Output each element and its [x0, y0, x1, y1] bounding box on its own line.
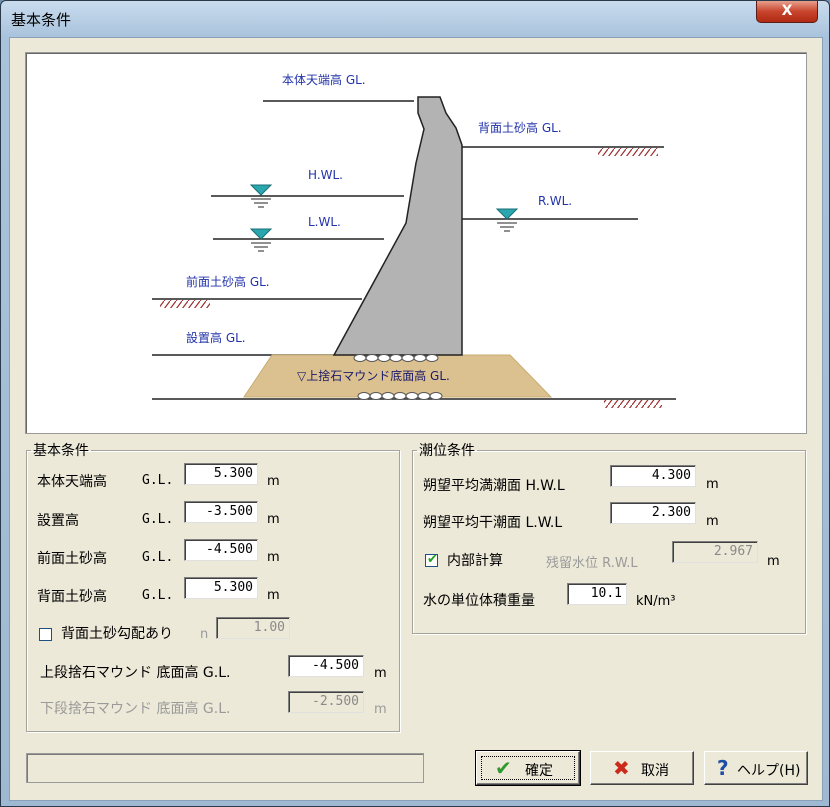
- tide-conditions-legend: 潮位条件: [419, 443, 475, 459]
- slope-input[interactable]: 1.00: [216, 617, 290, 639]
- caisson-diagram: 本体天端高 GL. 背面土砂高 GL. H.WL. L.WL. R.WL. 前面…: [152, 72, 676, 408]
- close-button[interactable]: X: [756, 1, 818, 23]
- install-unit: m: [267, 512, 280, 527]
- back-soil-field-label: 背面土砂高: [37, 589, 107, 605]
- lower-mound-input[interactable]: -2.500: [288, 691, 364, 713]
- install-gl: G.L.: [142, 512, 174, 527]
- front-soil-gl: G.L.: [142, 550, 174, 565]
- crest-input[interactable]: 5.300: [184, 463, 258, 485]
- status-bar: [26, 753, 424, 783]
- upper-mound-input[interactable]: -4.500: [288, 655, 364, 677]
- water-weight-label: 水の単位体積重量: [423, 593, 535, 609]
- rwl-input[interactable]: 2.967: [672, 541, 758, 563]
- front-soil-input[interactable]: -4.500: [184, 539, 258, 561]
- lower-mound-unit: m: [374, 702, 387, 717]
- upper-mound-label: 上段捨石マウンド 底面高 G.L.: [40, 665, 231, 681]
- back-soil-input[interactable]: 5.300: [184, 577, 258, 599]
- lwl-input[interactable]: 2.300: [610, 502, 696, 524]
- help-label: ヘルプ(H): [737, 763, 801, 779]
- hwl-input[interactable]: 4.300: [610, 465, 696, 487]
- cross-icon: ✖: [613, 756, 630, 780]
- crest-gl: G.L.: [142, 473, 174, 488]
- close-icon: X: [781, 3, 793, 19]
- help-button[interactable]: ? ヘルプ(H): [704, 751, 808, 785]
- hwl-field-label: 朔望平均満潮面 H.W.L: [423, 478, 565, 494]
- back-soil-unit: m: [267, 588, 280, 603]
- crest-field-label: 本体天端高: [37, 474, 107, 490]
- install-label: 設置高 GL.: [186, 330, 246, 345]
- water-weight-input[interactable]: 10.1: [567, 583, 627, 605]
- ok-button[interactable]: ✔ 確定: [475, 750, 581, 786]
- window-title: 基本条件: [11, 11, 72, 29]
- lower-mound-label: 下段捨石マウンド 底面高 G.L.: [40, 701, 231, 717]
- rwl-label: R.WL.: [538, 194, 572, 208]
- basic-conditions-legend: 基本条件: [33, 443, 89, 459]
- front-soil-hatch: [160, 300, 210, 308]
- water-weight-unit: kN/m³: [636, 594, 676, 609]
- rwl-unit: m: [767, 554, 780, 569]
- back-soil-hatch: [598, 148, 658, 156]
- hwl-unit: m: [706, 477, 719, 492]
- crest-unit: m: [267, 474, 280, 489]
- cancel-button[interactable]: ✖ 取消: [590, 751, 694, 785]
- caisson-body: [332, 96, 463, 356]
- back-soil-gl: G.L.: [142, 588, 174, 603]
- section-diagram: 本体天端高 GL. 背面土砂高 GL. H.WL. L.WL. R.WL. 前面…: [25, 52, 807, 434]
- ok-label: 確定: [525, 763, 553, 779]
- rwl-field-label: 残留水位 R.W.L: [546, 556, 638, 571]
- lwl-label: L.WL.: [308, 215, 341, 229]
- upper-mound-unit: m: [374, 666, 387, 681]
- mound-label: ▽上捨石マウンド底面高 GL.: [297, 368, 450, 383]
- mound-hatch: [604, 400, 662, 408]
- check-icon: ✔: [495, 756, 512, 780]
- slope-checkbox[interactable]: [39, 628, 52, 641]
- front-soil-label: 前面土砂高 GL.: [186, 274, 270, 289]
- install-input[interactable]: -3.500: [184, 501, 258, 523]
- front-soil-field-label: 前面土砂高: [37, 551, 107, 567]
- slope-n-label: n: [200, 627, 209, 642]
- dialog-window: 基本条件 X 本体天端高 GL. 背面土砂高 GL. H.WL. L.WL. R…: [0, 0, 830, 807]
- checkmark-icon: ✔: [427, 552, 438, 567]
- internal-calc-checkbox[interactable]: ✔: [425, 552, 438, 567]
- install-field-label: 設置高: [37, 513, 79, 529]
- dialog-client: 本体天端高 GL. 背面土砂高 GL. H.WL. L.WL. R.WL. 前面…: [9, 37, 823, 801]
- lwl-water-icon: [249, 228, 273, 252]
- crest-label: 本体天端高 GL.: [282, 72, 366, 87]
- title-bar[interactable]: 基本条件 X: [1, 1, 829, 37]
- cancel-label: 取消: [641, 763, 669, 779]
- slope-label: 背面土砂勾配あり: [61, 626, 173, 642]
- hwl-label: H.WL.: [308, 168, 343, 182]
- rwl-water-icon: [495, 208, 519, 232]
- internal-calc-label: 内部計算: [447, 553, 503, 569]
- question-icon: ?: [717, 756, 729, 780]
- lwl-unit: m: [706, 514, 719, 529]
- lwl-field-label: 朔望平均干潮面 L.W.L: [423, 515, 563, 531]
- back-soil-label: 背面土砂高 GL.: [478, 120, 562, 135]
- front-soil-unit: m: [267, 550, 280, 565]
